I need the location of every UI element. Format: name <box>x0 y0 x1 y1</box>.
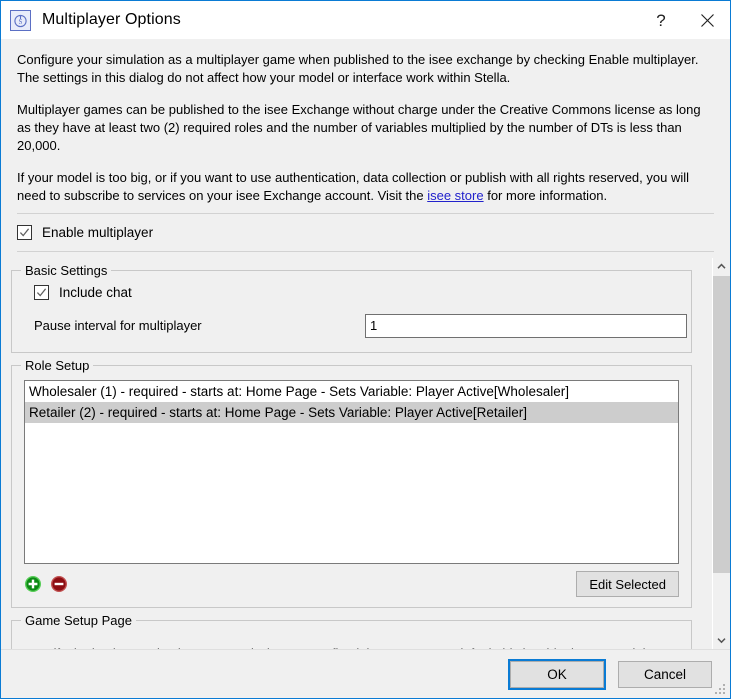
enable-multiplayer-checkbox[interactable] <box>17 225 32 240</box>
checkmark-icon <box>36 288 47 297</box>
basic-settings-title: Basic Settings <box>21 263 112 278</box>
enable-multiplayer-row[interactable]: Enable multiplayer <box>1 214 730 251</box>
remove-role-button[interactable] <box>50 575 68 593</box>
role-setup-title: Role Setup <box>21 358 94 373</box>
resize-grip[interactable] <box>715 684 727 696</box>
isee-store-link[interactable]: isee store <box>427 188 483 203</box>
minus-circle-icon <box>51 576 67 592</box>
scrollbar-thumb[interactable] <box>713 276 730 573</box>
intro-paragraph-3: If your model is too big, or if you want… <box>17 169 714 205</box>
intro-paragraph-1: Configure your simulation as a multiplay… <box>17 52 699 85</box>
game-setup-page-title: Game Setup Page <box>21 613 136 628</box>
edit-selected-button[interactable]: Edit Selected <box>576 571 679 597</box>
enable-multiplayer-divider <box>17 251 714 252</box>
add-role-button[interactable] <box>24 575 42 593</box>
basic-settings-group: Basic Settings Include chat Pause interv… <box>11 263 692 353</box>
intro-paragraph-2: Multiplayer games can be published to th… <box>17 102 701 153</box>
settings-scroll-region: Basic Settings Include chat Pause interv… <box>1 258 730 649</box>
list-item[interactable]: Wholesaler (1) - required - starts at: H… <box>25 381 678 402</box>
plus-circle-icon <box>25 576 41 592</box>
help-icon: ? <box>656 10 666 30</box>
title-bar: S Multiplayer Options ? <box>1 1 730 39</box>
dialog-content: Configure your simulation as a multiplay… <box>1 39 730 649</box>
pause-interval-row: Pause interval for multiplayer <box>24 313 687 338</box>
close-button[interactable] <box>684 1 730 39</box>
checkmark-icon <box>19 228 30 237</box>
multiplayer-options-dialog: S Multiplayer Options ? Configure your s… <box>0 0 731 699</box>
ok-button[interactable]: OK <box>508 658 606 690</box>
include-chat-row[interactable]: Include chat <box>24 285 679 300</box>
include-chat-checkbox[interactable] <box>34 285 49 300</box>
stella-app-icon: S <box>10 9 31 31</box>
intro-paragraph-3-tail: for more information. <box>483 188 608 203</box>
chevron-down-icon <box>717 638 726 644</box>
close-icon <box>700 13 715 28</box>
intro-text-block: Configure your simulation as a multiplay… <box>1 39 730 205</box>
scroll-down-button[interactable] <box>713 632 730 649</box>
cancel-button[interactable]: Cancel <box>618 660 712 688</box>
svg-text:S: S <box>19 18 23 26</box>
role-list[interactable]: Wholesaler (1) - required - starts at: H… <box>24 380 679 564</box>
role-list-toolbar: Edit Selected <box>24 571 679 597</box>
chevron-up-icon <box>717 263 726 269</box>
game-setup-page-group: Game Setup Page Specify the background t… <box>11 613 692 649</box>
pause-interval-label: Pause interval for multiplayer <box>34 318 202 333</box>
settings-viewport: Basic Settings Include chat Pause interv… <box>11 258 692 649</box>
help-button[interactable]: ? <box>638 1 684 39</box>
scroll-up-button[interactable] <box>713 258 730 275</box>
enable-multiplayer-label: Enable multiplayer <box>42 225 154 240</box>
pause-interval-input[interactable] <box>365 313 687 338</box>
window-title: Multiplayer Options <box>42 11 181 28</box>
dialog-footer: OK Cancel <box>1 649 730 698</box>
settings-scrollbar[interactable] <box>712 258 730 649</box>
include-chat-label: Include chat <box>59 285 132 300</box>
role-setup-group: Role Setup Wholesaler (1) - required - s… <box>11 358 692 608</box>
list-item[interactable]: Retailer (2) - required - starts at: Hom… <box>25 402 678 423</box>
